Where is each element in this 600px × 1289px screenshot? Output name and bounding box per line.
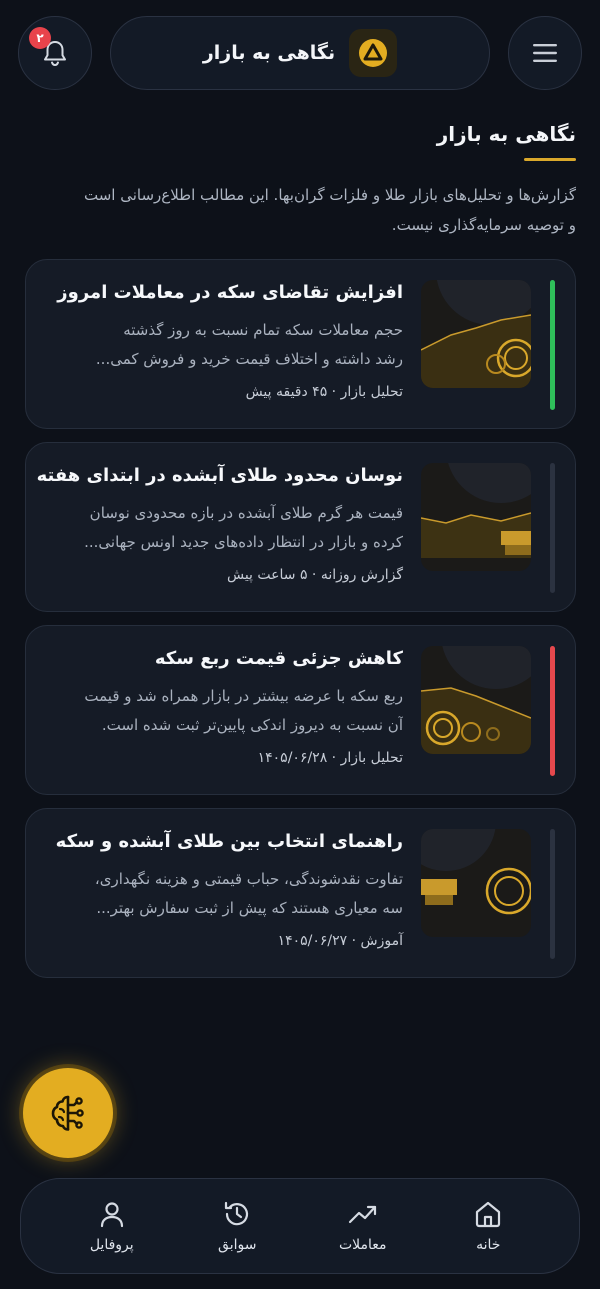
article-description: قیمت هر گرم طلای آبشده در بازه محدودی نو… bbox=[46, 499, 403, 557]
status-bar bbox=[550, 829, 555, 959]
description-line: قیمت هر گرم طلای آبشده در بازه محدودی نو… bbox=[89, 504, 403, 522]
article-meta: آموزش · ۱۴۰۵/۰۶/۲۷ bbox=[277, 933, 403, 949]
nav-home[interactable]: خانه bbox=[438, 1199, 538, 1253]
notifications-button[interactable]: ۲ bbox=[18, 16, 92, 90]
top-header: ۲ نگاهی به بازار bbox=[18, 16, 582, 90]
user-icon bbox=[100, 1202, 123, 1228]
notification-badge: ۲ bbox=[29, 27, 51, 49]
article-thumbnail bbox=[421, 646, 531, 754]
article-card[interactable]: راهنمای انتخاب بین طلای آبشده و سکه تفاو… bbox=[25, 808, 576, 978]
article-content: راهنمای انتخاب بین طلای آبشده و سکه تفاو… bbox=[46, 827, 403, 949]
nav-history-label: سوابق bbox=[218, 1237, 257, 1253]
section-intro: گزارش‌ها و تحلیل‌های بازار طلا و فلزات گ… bbox=[22, 180, 576, 240]
article-content: کاهش جزئی قیمت ربع سکه ربع سکه با عرضه ب… bbox=[46, 644, 403, 766]
page-title: نگاهی به بازار bbox=[202, 42, 336, 64]
description-line: سه معیاری هستند که پیش از ثبت سفارش بهتر… bbox=[96, 899, 403, 917]
menu-button[interactable] bbox=[508, 16, 582, 90]
nav-history[interactable]: سوابق bbox=[187, 1199, 287, 1253]
nav-trades-label: معاملات bbox=[338, 1237, 387, 1253]
home-icon bbox=[476, 1201, 501, 1228]
article-card[interactable]: افزایش تقاضای سکه در معاملات امروز حجم م… bbox=[25, 259, 576, 429]
section-title-underline bbox=[524, 158, 576, 161]
article-title: کاهش جزئی قیمت ربع سکه bbox=[154, 648, 403, 669]
triangle-logo-icon bbox=[359, 39, 388, 67]
description-line: حجم معاملات سکه تمام نسبت به روز گذشته bbox=[123, 321, 403, 339]
description-line: رشد داشته و اختلاف قیمت خرید و فروش کمی.… bbox=[95, 350, 403, 368]
article-thumbnail bbox=[421, 280, 531, 388]
description-line: ربع سکه با عرضه بیشتر در بازار همراه شد … bbox=[84, 687, 403, 705]
article-thumbnail bbox=[421, 829, 531, 937]
app-logo bbox=[349, 29, 398, 77]
status-bar bbox=[550, 646, 555, 776]
history-icon bbox=[225, 1201, 249, 1226]
article-description: حجم معاملات سکه تمام نسبت به روز گذشته ر… bbox=[46, 316, 403, 374]
section-title: نگاهی به بازار bbox=[436, 122, 576, 146]
article-card[interactable]: نوسان محدود طلای آبشده در ابتدای هفته قی… bbox=[25, 442, 576, 612]
article-meta: گزارش روزانه · ۵ ساعت پیش bbox=[226, 567, 403, 583]
status-bar bbox=[550, 463, 555, 593]
ai-brain-icon bbox=[51, 1095, 84, 1131]
intro-line: گزارش‌ها و تحلیل‌های بازار طلا و فلزات گ… bbox=[83, 186, 576, 204]
article-content: افزایش تقاضای سکه در معاملات امروز حجم م… bbox=[46, 278, 403, 400]
hamburger-menu-icon bbox=[533, 44, 557, 62]
article-content: نوسان محدود طلای آبشده در ابتدای هفته قی… bbox=[36, 461, 403, 583]
article-thumbnail bbox=[421, 463, 531, 571]
description-line: کرده و بازار در انتظار داده‌های جدید اون… bbox=[84, 533, 403, 551]
bottom-navigation: خانه معاملات سوابق پروفایل bbox=[20, 1178, 580, 1274]
page-title-pill: نگاهی به بازار bbox=[110, 16, 490, 90]
article-meta: تحلیل بازار · ۱۴۰۵/۰۶/۲۸ bbox=[257, 750, 403, 766]
nav-trades[interactable]: معاملات bbox=[313, 1199, 413, 1253]
description-line: تفاوت نقدشوندگی، حباب قیمتی و هزینه نگهد… bbox=[94, 870, 403, 888]
description-line: آن نسبت به دیروز اندکی پایین‌تر ثبت شده … bbox=[101, 716, 403, 734]
article-title: نوسان محدود طلای آبشده در ابتدای هفته bbox=[36, 465, 403, 486]
nav-profile[interactable]: پروفایل bbox=[62, 1199, 162, 1253]
article-card[interactable]: کاهش جزئی قیمت ربع سکه ربع سکه با عرضه ب… bbox=[25, 625, 576, 795]
status-bar bbox=[550, 280, 555, 410]
nav-home-label: خانه bbox=[476, 1237, 501, 1253]
ai-assistant-button[interactable] bbox=[23, 1068, 113, 1158]
article-description: ربع سکه با عرضه بیشتر در بازار همراه شد … bbox=[46, 682, 403, 740]
trending-up-icon bbox=[348, 1205, 376, 1224]
article-meta: تحلیل بازار · ۴۵ دقیقه پیش bbox=[245, 384, 403, 400]
nav-profile-label: پروفایل bbox=[89, 1237, 134, 1253]
intro-line: و توصیه سرمایه‌گذاری نیست. bbox=[391, 216, 576, 234]
article-description: تفاوت نقدشوندگی، حباب قیمتی و هزینه نگهد… bbox=[46, 865, 403, 923]
article-title: افزایش تقاضای سکه در معاملات امروز bbox=[57, 282, 403, 303]
article-title: راهنمای انتخاب بین طلای آبشده و سکه bbox=[55, 831, 403, 852]
